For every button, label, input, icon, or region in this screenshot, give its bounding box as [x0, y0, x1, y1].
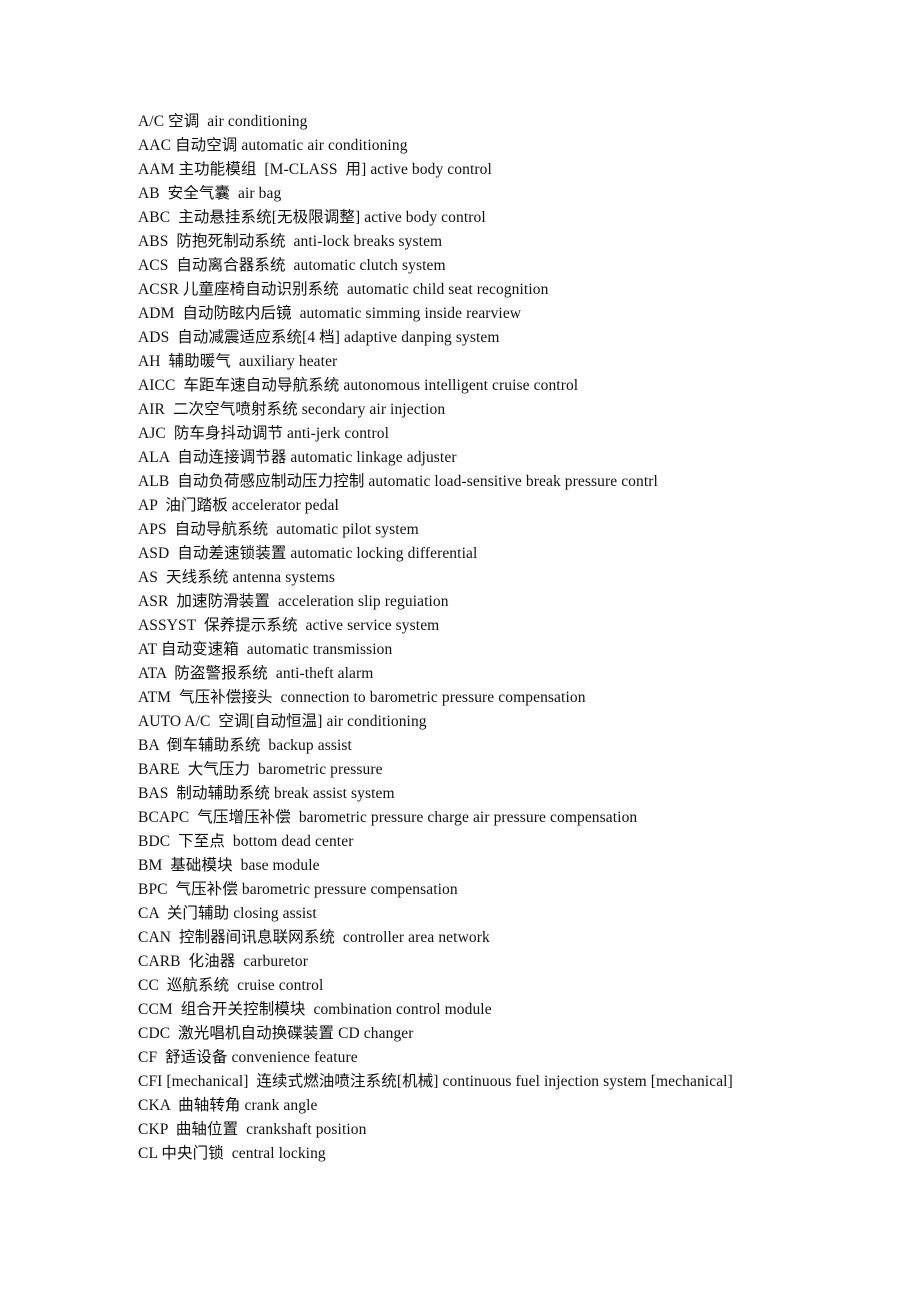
- glossary-entry: CFI [mechanical] 连续式燃油喷注系统[机械] continuou…: [138, 1073, 733, 1090]
- glossary-entry: AAC 自动空调 automatic air conditioning: [138, 137, 408, 154]
- glossary-entry: BPC 气压补偿 barometric pressure compensatio…: [138, 881, 458, 898]
- glossary-entry: ABS 防抱死制动系统 anti-lock breaks system: [138, 233, 443, 250]
- glossary-entry: ASD 自动差速锁装置 automatic locking differenti…: [138, 545, 478, 562]
- glossary-entry: BDC 下至点 bottom dead center: [138, 833, 354, 850]
- glossary-entry: CKA 曲轴转角 crank angle: [138, 1097, 318, 1114]
- glossary-entry: BARE 大气压力 barometric pressure: [138, 761, 383, 778]
- glossary-entry: BCAPC 气压增压补偿 barometric pressure charge …: [138, 809, 638, 826]
- glossary-entry: AAM 主功能模组 [M-CLASS 用] active body contro…: [138, 161, 492, 178]
- glossary-entry: BAS 制动辅助系统 break assist system: [138, 785, 395, 802]
- glossary-entry-list: A/C 空调 air conditioning AAC 自动空调 automat…: [138, 110, 898, 1166]
- glossary-entry: BA 倒车辅助系统 backup assist: [138, 737, 352, 754]
- glossary-entry: ATM 气压补偿接头 connection to barometric pres…: [138, 689, 586, 706]
- glossary-entry: AH 辅助暖气 auxiliary heater: [138, 353, 338, 370]
- glossary-entry: CL 中央门锁 central locking: [138, 1145, 326, 1162]
- document-page: A/C 空调 air conditioning AAC 自动空调 automat…: [0, 0, 920, 1302]
- glossary-entry: CA 关门辅助 closing assist: [138, 905, 317, 922]
- glossary-entry: ATA 防盗警报系统 anti-theft alarm: [138, 665, 374, 682]
- glossary-entry: CC 巡航系统 cruise control: [138, 977, 324, 994]
- glossary-entry: ACSR 儿童座椅自动识别系统 automatic child seat rec…: [138, 281, 549, 298]
- glossary-entry: BM 基础模块 base module: [138, 857, 320, 874]
- glossary-entry: AT 自动变速箱 automatic transmission: [138, 641, 393, 658]
- glossary-entry: CF 舒适设备 convenience feature: [138, 1049, 358, 1066]
- glossary-entry: CARB 化油器 carburetor: [138, 953, 308, 970]
- glossary-entry: A/C 空调 air conditioning: [138, 113, 308, 130]
- glossary-entry: CCM 组合开关控制模块 combination control module: [138, 1001, 492, 1018]
- glossary-entry: ASSYST 保养提示系统 active service system: [138, 617, 440, 634]
- glossary-entry: CAN 控制器间讯息联网系统 controller area network: [138, 929, 490, 946]
- glossary-entry: AB 安全气囊 air bag: [138, 185, 282, 202]
- glossary-entry: ADM 自动防眩内后镜 automatic simming inside rea…: [138, 305, 522, 322]
- glossary-entry: AS 天线系统 antenna systems: [138, 569, 335, 586]
- glossary-entry: AIR 二次空气喷射系统 secondary air injection: [138, 401, 446, 418]
- glossary-entry: CDC 激光唱机自动换碟装置 CD changer: [138, 1025, 414, 1042]
- glossary-entry: ALB 自动负荷感应制动压力控制 automatic load-sensitiv…: [138, 473, 658, 490]
- glossary-entry: ABC 主动悬挂系统[无极限调整] active body control: [138, 209, 486, 226]
- glossary-entry: AP 油门踏板 accelerator pedal: [138, 497, 339, 514]
- glossary-entry: ASR 加速防滑装置 acceleration slip reguiation: [138, 593, 449, 610]
- glossary-entry: AICC 车距车速自动导航系统 autonomous intelligent c…: [138, 377, 579, 394]
- glossary-entry: ACS 自动离合器系统 automatic clutch system: [138, 257, 446, 274]
- glossary-entry: APS 自动导航系统 automatic pilot system: [138, 521, 419, 538]
- glossary-entry: ALA 自动连接调节器 automatic linkage adjuster: [138, 449, 457, 466]
- glossary-entry: AJC 防车身抖动调节 anti-jerk control: [138, 425, 389, 442]
- glossary-entry: AUTO A/C 空调[自动恒温] air conditioning: [138, 713, 427, 730]
- glossary-entry: ADS 自动减震适应系统[4 档] adaptive danping syste…: [138, 329, 500, 346]
- glossary-entry: CKP 曲轴位置 crankshaft position: [138, 1121, 367, 1138]
